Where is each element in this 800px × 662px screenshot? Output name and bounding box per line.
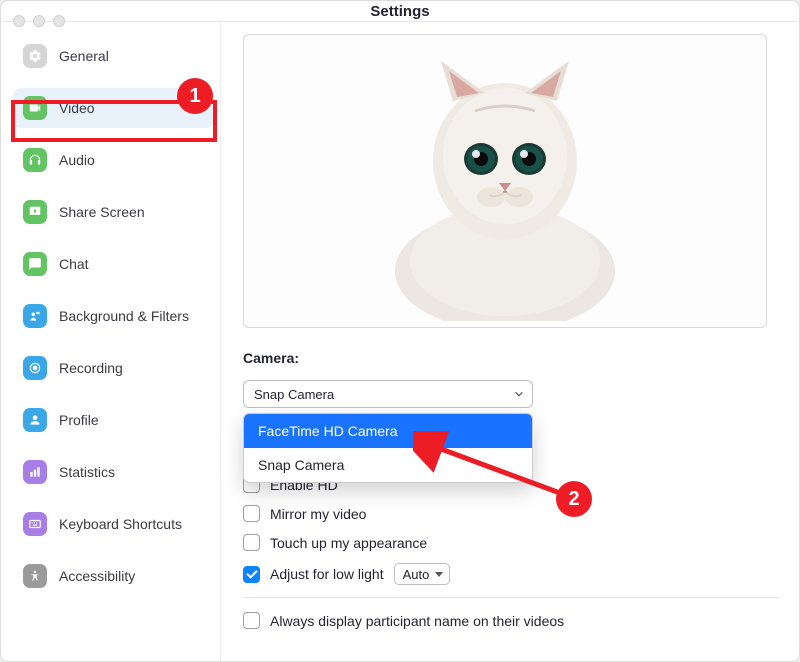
headphones-icon [23,148,47,172]
settings-sidebar: General Video Audio Share Screen [1,22,221,661]
option-participant-name: Always display participant name on their… [243,612,779,629]
sidebar-item-label: Background & Filters [59,308,189,324]
settings-body: General Video Audio Share Screen [1,22,799,661]
chevron-down-icon [514,389,524,399]
low-light-mode-select[interactable]: Auto [394,563,451,585]
sidebar-item-chat[interactable]: Chat [13,244,214,284]
camera-preview [243,34,767,328]
sidebar-item-label: Statistics [59,464,115,480]
option-mirror: Mirror my video [243,505,779,522]
sidebar-item-label: Accessibility [59,568,135,584]
sidebar-item-keyboard-shortcuts[interactable]: Keyboard Shortcuts [13,504,214,544]
window-controls [13,15,65,27]
camera-dropdown: FaceTime HD Camera Snap Camera [243,413,533,483]
chat-icon [23,252,47,276]
option-label: Touch up my appearance [270,535,427,551]
option-touch-up: Touch up my appearance [243,534,779,551]
touch-up-checkbox[interactable] [243,534,260,551]
option-label: Adjust for low light [270,566,384,582]
window-zoom-button[interactable] [53,15,65,27]
camera-option-label: FaceTime HD Camera [258,423,398,439]
sidebar-item-label: Keyboard Shortcuts [59,516,182,532]
gear-icon [23,44,47,68]
sidebar-item-label: Share Screen [59,204,145,220]
sidebar-item-general[interactable]: General [13,36,214,76]
camera-option-snap[interactable]: Snap Camera [244,448,532,482]
sidebar-item-label: General [59,48,109,64]
accessibility-icon [23,564,47,588]
window-titlebar: Settings [1,1,799,22]
sidebar-item-profile[interactable]: Profile [13,400,214,440]
sidebar-item-label: Recording [59,360,123,376]
camera-option-label: Snap Camera [258,457,344,473]
camera-section-label: Camera: [243,350,779,366]
sidebar-item-statistics[interactable]: Statistics [13,452,214,492]
camera-select-value: Snap Camera [254,387,334,402]
camera-preview-image [375,41,635,321]
sidebar-item-label: Chat [59,256,89,272]
window-close-button[interactable] [13,15,25,27]
window-minimize-button[interactable] [33,15,45,27]
background-icon [23,304,47,328]
keyboard-icon [23,512,47,536]
video-icon [23,96,47,120]
mirror-checkbox[interactable] [243,505,260,522]
option-label: Mirror my video [270,506,366,522]
options-divider: Always display participant name on their… [243,597,779,629]
window-title: Settings [370,3,429,20]
sidebar-item-recording[interactable]: Recording [13,348,214,388]
sidebar-item-label: Audio [59,152,95,168]
option-label: Always display participant name on their… [270,613,564,629]
sidebar-item-accessibility[interactable]: Accessibility [13,556,214,596]
sidebar-item-label: Profile [59,412,99,428]
sidebar-item-label: Video [59,100,95,116]
share-screen-icon [23,200,47,224]
option-low-light: Adjust for low light Auto [243,563,779,585]
sidebar-item-share-screen[interactable]: Share Screen [13,192,214,232]
profile-icon [23,408,47,432]
sidebar-item-video[interactable]: Video [13,88,214,128]
settings-content: Camera: Snap Camera FaceTime HD Camera S… [221,22,799,661]
camera-select[interactable]: Snap Camera [243,380,533,408]
participant-name-checkbox[interactable] [243,612,260,629]
sidebar-item-background-filters[interactable]: Background & Filters [13,296,214,336]
camera-option-facetime[interactable]: FaceTime HD Camera [244,414,532,448]
video-options: Enable HD Mirror my video Touch up my ap… [243,476,779,629]
stats-icon [23,460,47,484]
recording-icon [23,356,47,380]
sidebar-item-audio[interactable]: Audio [13,140,214,180]
low-light-mode-value: Auto [403,567,430,582]
settings-window: Settings General Video Audio [0,0,800,662]
low-light-checkbox[interactable] [243,566,260,583]
